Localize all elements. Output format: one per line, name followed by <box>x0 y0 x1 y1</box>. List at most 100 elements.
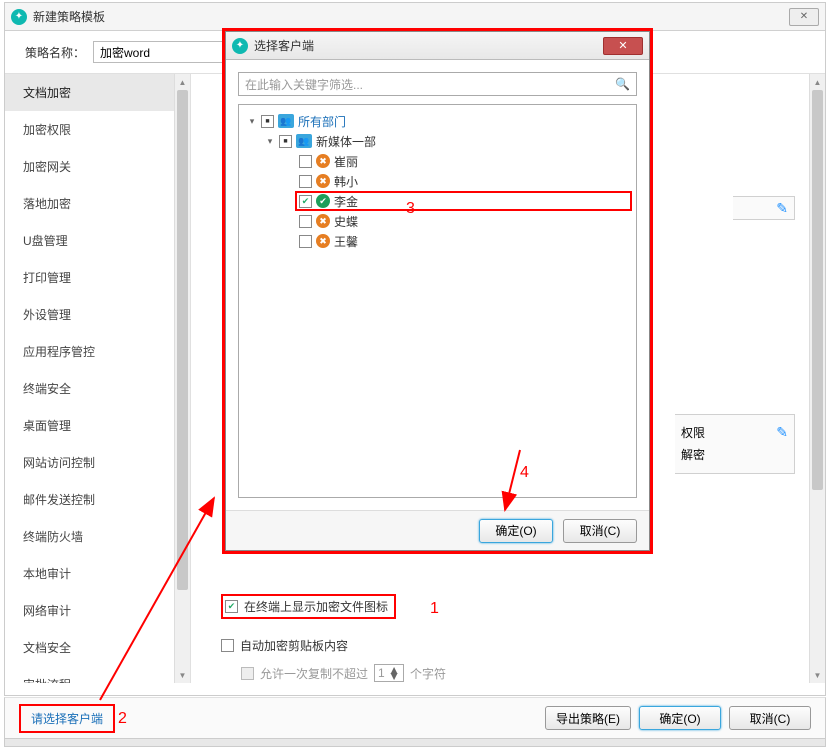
cb-allow-copy-row: 允许一次复制不超过 1 ▲▼ 个字符 <box>241 664 446 682</box>
sidebar-scrollbar[interactable]: ▲ ▼ <box>174 74 190 683</box>
tree-user-1[interactable]: ✖ 韩小 <box>243 171 632 191</box>
ok-button[interactable]: 确定(O) <box>639 706 721 730</box>
sidebar-item-app-control[interactable]: 应用程序管控 <box>5 333 190 370</box>
sidebar-item-print[interactable]: 打印管理 <box>5 259 190 296</box>
cb-allow-copy-prefix: 允许一次复制不超过 <box>260 665 368 682</box>
user-status-icon: ✖ <box>316 174 330 188</box>
export-button[interactable]: 导出策略(E) <box>545 706 631 730</box>
chevron-down-icon[interactable]: ▾ <box>265 136 275 147</box>
scroll-thumb[interactable] <box>812 90 823 490</box>
dept-icon: 👥 <box>278 114 294 128</box>
sidebar-item-local-audit[interactable]: 本地审计 <box>5 555 190 592</box>
scroll-up-icon[interactable]: ▲ <box>175 74 190 90</box>
main-close-button[interactable]: ✕ <box>789 8 819 26</box>
spinner-arrows-icon: ▲▼ <box>388 667 400 679</box>
edit-icon[interactable]: ✎ <box>776 200 788 217</box>
tree-user-4[interactable]: ✖ 王馨 <box>243 231 632 251</box>
dialog-titlebar: ✦ 选择客户端 ✕ <box>226 32 649 60</box>
search-placeholder: 在此输入关键字筛选... <box>245 76 615 93</box>
sidebar-item-desktop[interactable]: 桌面管理 <box>5 407 190 444</box>
frag-perm-label: 权限 <box>681 424 705 441</box>
content-scrollbar[interactable]: ▲ ▼ <box>809 74 825 683</box>
user-label: 李金 <box>334 193 358 210</box>
sidebar-item-doc-safe[interactable]: 文档安全 <box>5 629 190 666</box>
cb-auto-clip-row[interactable]: 自动加密剪贴板内容 <box>221 637 446 654</box>
user-check[interactable] <box>299 155 312 168</box>
sidebar-item-landing-encrypt[interactable]: 落地加密 <box>5 185 190 222</box>
user-status-icon: ✖ <box>316 154 330 168</box>
user-check[interactable] <box>299 235 312 248</box>
copy-count-value: 1 <box>378 666 385 680</box>
copy-count-spinner: 1 ▲▼ <box>374 664 404 682</box>
sidebar-item-mail[interactable]: 邮件发送控制 <box>5 481 190 518</box>
dialog-title: 选择客户端 <box>254 37 603 54</box>
edit-icon[interactable]: ✎ <box>776 424 788 441</box>
panel-fragment-top: ✎ <box>733 196 795 220</box>
dialog-cancel-button[interactable]: 取消(C) <box>563 519 637 543</box>
sidebar-item-doc-encrypt[interactable]: 文档加密 <box>5 74 190 111</box>
main-title: 新建策略模板 <box>33 8 789 25</box>
cb-show-icon-row[interactable]: 在终端上显示加密文件图标 <box>221 594 396 619</box>
scroll-down-icon[interactable]: ▼ <box>810 667 825 683</box>
user-check[interactable] <box>299 195 312 208</box>
sidebar-item-peripheral[interactable]: 外设管理 <box>5 296 190 333</box>
sidebar-item-web-access[interactable]: 网站访问控制 <box>5 444 190 481</box>
dialog-icon: ✦ <box>232 38 248 54</box>
dialog-close-button[interactable]: ✕ <box>603 37 643 55</box>
dialog-highlight-border: ✦ 选择客户端 ✕ 在此输入关键字筛选... 🔍 ▾ 👥 所有部门 ▾ 👥 <box>222 28 653 554</box>
dialog-footer: 确定(O) 取消(C) <box>226 510 649 550</box>
tree-user-2[interactable]: ✔ 李金 <box>295 191 632 211</box>
cb-allow-copy-check <box>241 667 254 680</box>
sidebar-item-term-security[interactable]: 终端安全 <box>5 370 190 407</box>
scroll-thumb[interactable] <box>177 90 188 590</box>
user-label: 崔丽 <box>334 153 358 170</box>
cb-auto-clip-label: 自动加密剪贴板内容 <box>240 637 348 654</box>
sidebar-item-encrypt-gateway[interactable]: 加密网关 <box>5 148 190 185</box>
main-titlebar: ✦ 新建策略模板 ✕ <box>5 3 825 31</box>
tree-root-label: 所有部门 <box>298 113 346 130</box>
sidebar-item-approval[interactable]: 审批流程 <box>5 666 190 683</box>
scroll-up-icon[interactable]: ▲ <box>810 74 825 90</box>
scroll-down-icon[interactable]: ▼ <box>175 667 190 683</box>
search-input[interactable]: 在此输入关键字筛选... 🔍 <box>238 72 637 96</box>
policy-name-label: 策略名称： <box>25 44 85 61</box>
select-client-dialog: ✦ 选择客户端 ✕ 在此输入关键字筛选... 🔍 ▾ 👥 所有部门 ▾ 👥 <box>225 31 650 551</box>
sidebar-item-net-audit[interactable]: 网络审计 <box>5 592 190 629</box>
bottom-strip <box>4 739 826 747</box>
user-status-icon: ✔ <box>316 194 330 208</box>
tree-dept1[interactable]: ▾ 👥 新媒体一部 <box>243 131 632 151</box>
user-label: 韩小 <box>334 173 358 190</box>
user-status-icon: ✖ <box>316 234 330 248</box>
user-label: 王馨 <box>334 233 358 250</box>
cancel-button[interactable]: 取消(C) <box>729 706 811 730</box>
frag-decrypt-label: 解密 <box>681 446 705 463</box>
user-label: 史蝶 <box>334 213 358 230</box>
panel-fragment-mid: 权限 ✎ 解密 <box>675 414 795 474</box>
cb-auto-clip-check[interactable] <box>221 639 234 652</box>
search-icon[interactable]: 🔍 <box>615 77 630 91</box>
sidebar-item-encrypt-perm[interactable]: 加密权限 <box>5 111 190 148</box>
tree-dept1-check[interactable] <box>279 135 292 148</box>
client-tree[interactable]: ▾ 👥 所有部门 ▾ 👥 新媒体一部 ✖ 崔丽 <box>238 104 637 498</box>
user-status-icon: ✖ <box>316 214 330 228</box>
tree-root[interactable]: ▾ 👥 所有部门 <box>243 111 632 131</box>
user-check[interactable] <box>299 175 312 188</box>
footer-bar: 请选择客户端 导出策略(E) 确定(O) 取消(C) <box>4 697 826 739</box>
cb-show-icon-label: 在终端上显示加密文件图标 <box>244 598 388 615</box>
tree-root-check[interactable] <box>261 115 274 128</box>
chevron-down-icon[interactable]: ▾ <box>247 116 257 127</box>
checkbox-block: 在终端上显示加密文件图标 自动加密剪贴板内容 允许一次复制不超过 1 ▲▼ 个字… <box>221 594 446 692</box>
dialog-ok-button[interactable]: 确定(O) <box>479 519 553 543</box>
select-client-link[interactable]: 请选择客户端 <box>19 704 115 733</box>
tree-dept1-label: 新媒体一部 <box>316 133 376 150</box>
cb-allow-copy-suffix: 个字符 <box>410 665 446 682</box>
cb-show-icon-check[interactable] <box>225 600 238 613</box>
tree-user-3[interactable]: ✖ 史蝶 <box>243 211 632 231</box>
sidebar: 文档加密 加密权限 加密网关 落地加密 U盘管理 打印管理 外设管理 应用程序管… <box>5 74 191 683</box>
user-check[interactable] <box>299 215 312 228</box>
sidebar-item-usb[interactable]: U盘管理 <box>5 222 190 259</box>
dept-icon: 👥 <box>296 134 312 148</box>
app-icon: ✦ <box>11 9 27 25</box>
sidebar-item-firewall[interactable]: 终端防火墙 <box>5 518 190 555</box>
tree-user-0[interactable]: ✖ 崔丽 <box>243 151 632 171</box>
